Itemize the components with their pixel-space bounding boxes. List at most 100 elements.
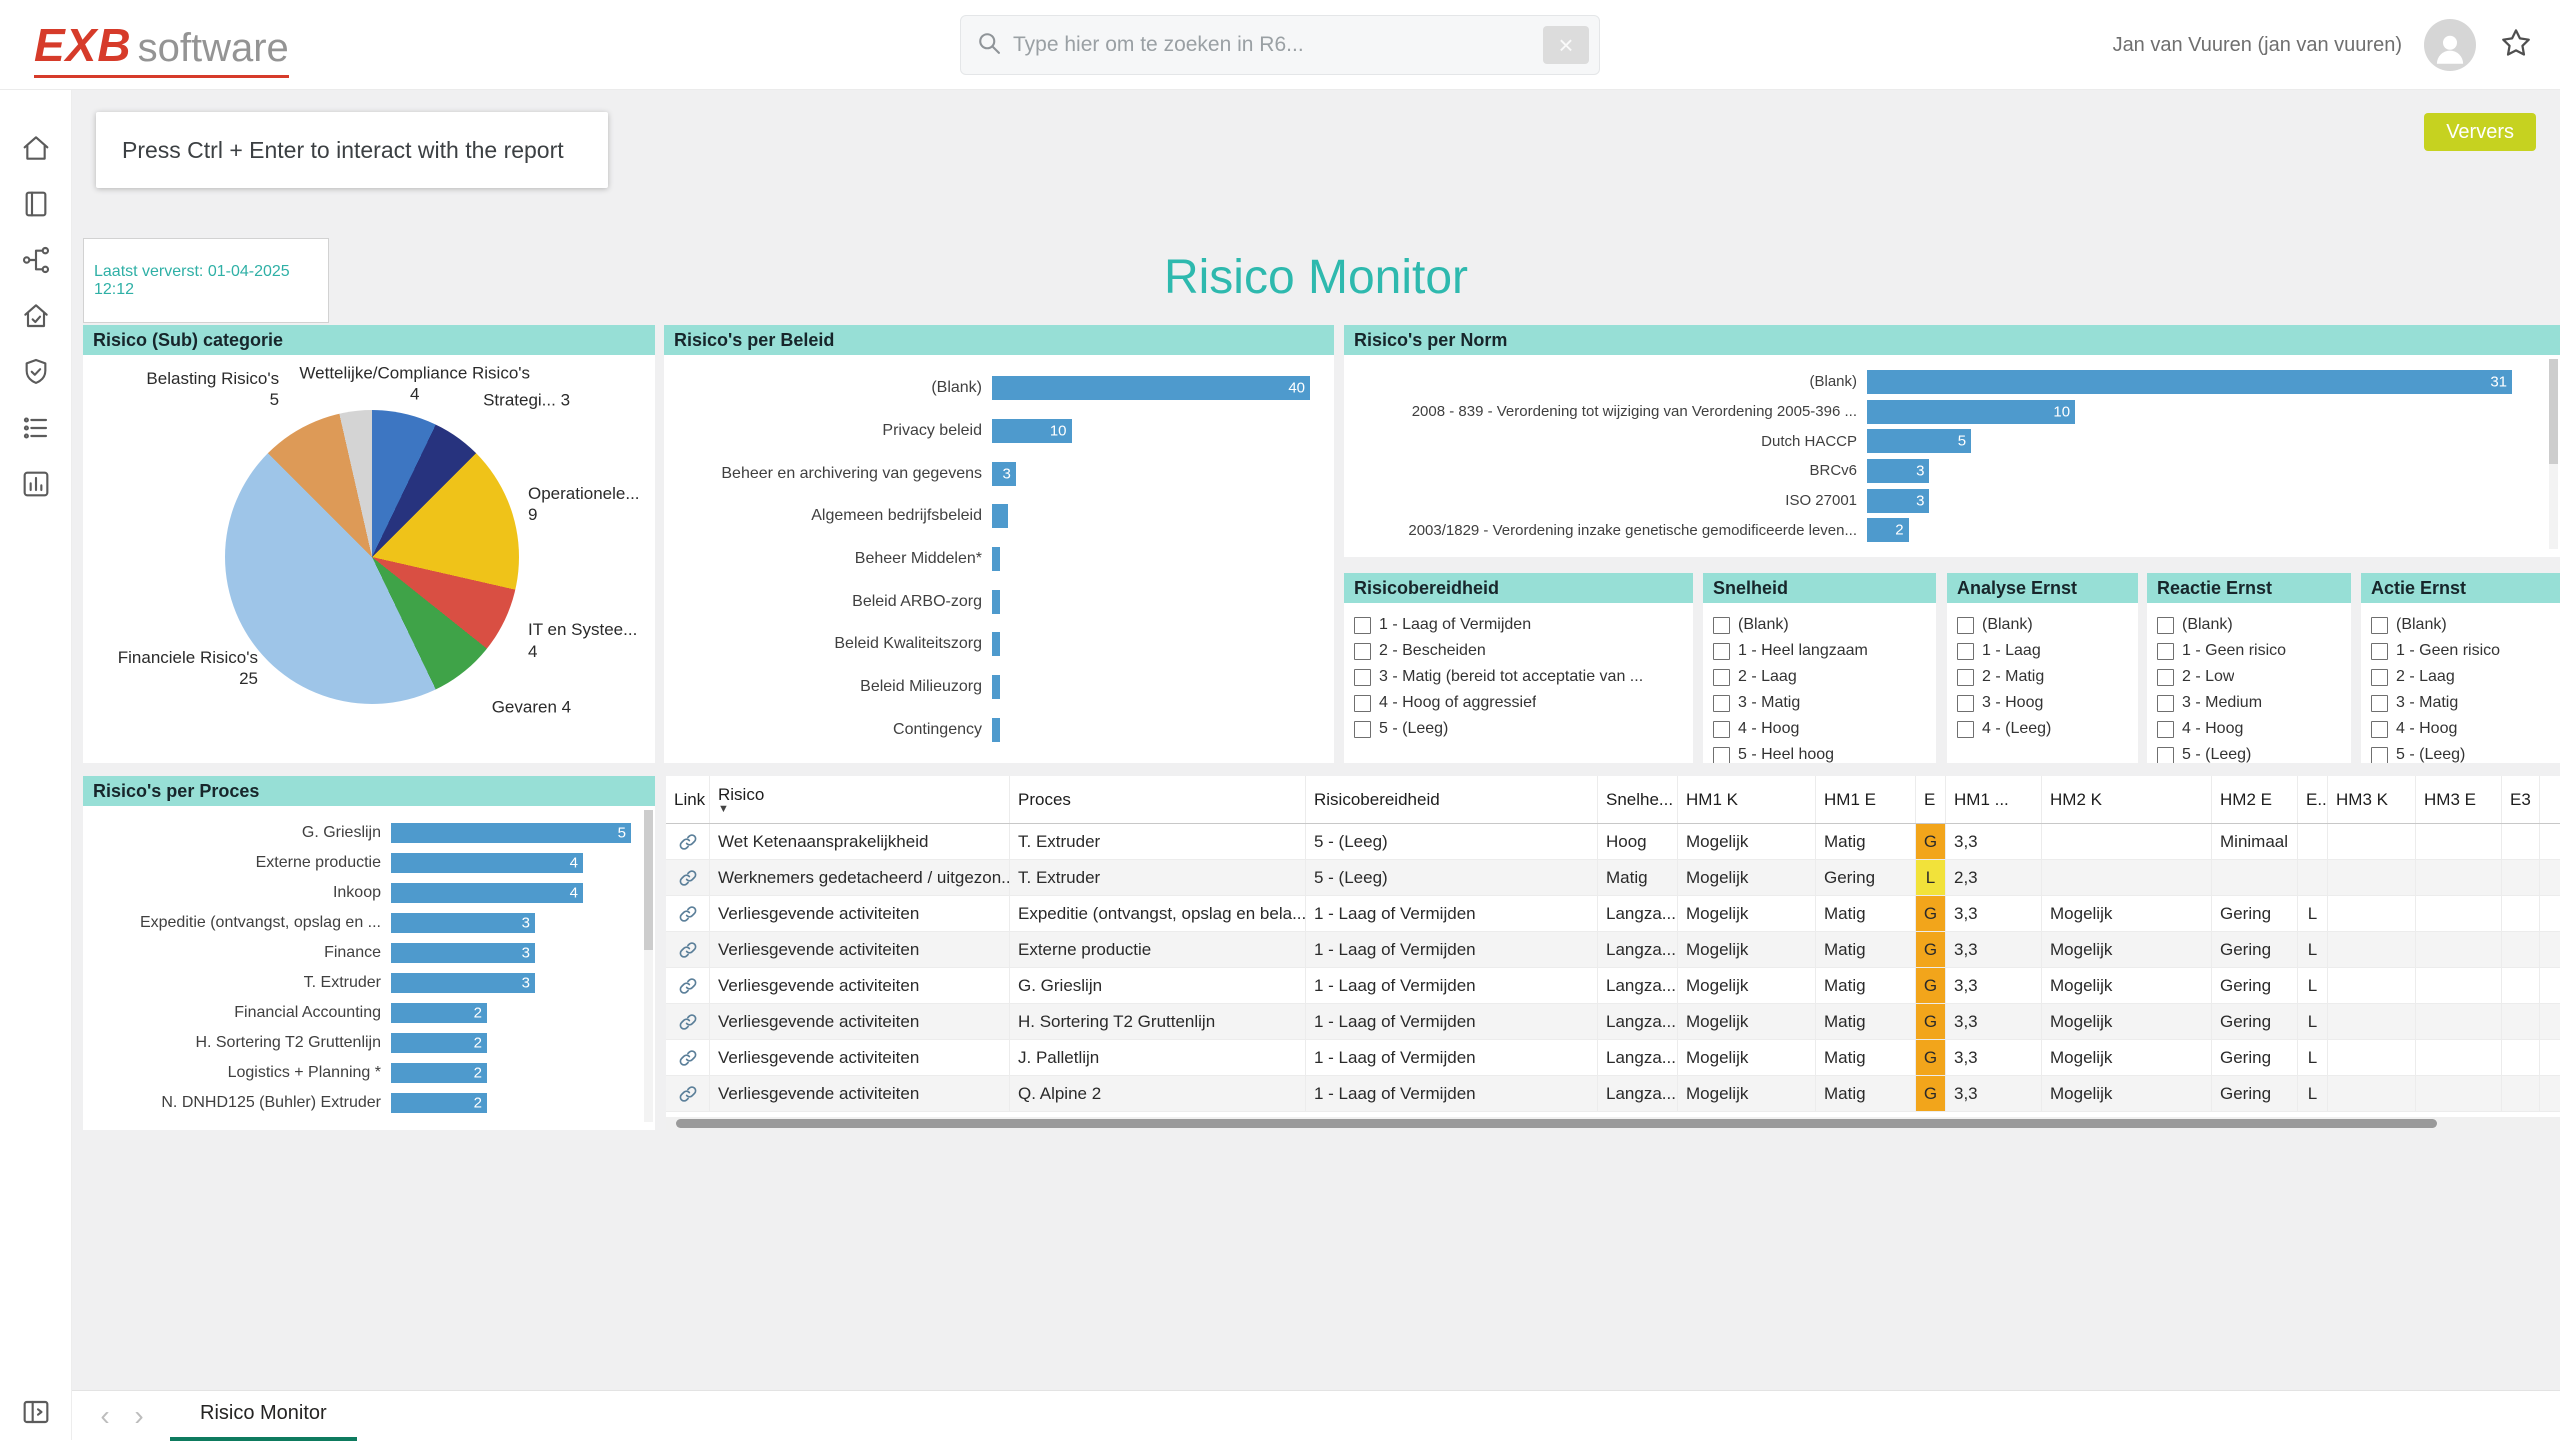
slicer-option[interactable]: (Blank) <box>1713 612 1926 638</box>
bar[interactable] <box>992 675 1000 699</box>
scrollbar-thumb[interactable] <box>2549 359 2558 464</box>
link-icon[interactable] <box>666 824 710 859</box>
column-header[interactable]: Link <box>666 776 710 823</box>
slicer-option[interactable]: 2 - Bescheiden <box>1354 638 1683 664</box>
slicer-option[interactable]: 1 - Heel langzaam <box>1713 638 1926 664</box>
bar[interactable] <box>992 718 1000 742</box>
checkbox-icon[interactable] <box>1957 721 1974 738</box>
column-header[interactable]: HM2 K <box>2042 776 2212 823</box>
checkbox-icon[interactable] <box>1713 617 1730 634</box>
slicer-option[interactable]: (Blank) <box>1957 612 2128 638</box>
slicer-option[interactable]: 4 - Hoog of aggressief <box>1354 690 1683 716</box>
bar[interactable]: 5 <box>391 823 631 843</box>
checkbox-icon[interactable] <box>2371 695 2388 712</box>
slicer-option[interactable]: 5 - (Leeg) <box>2371 742 2550 763</box>
table-row[interactable]: Verliesgevende activiteitenExpeditie (on… <box>666 896 2560 932</box>
bar[interactable]: 3 <box>1867 459 1929 483</box>
expand-panel-icon[interactable] <box>20 1396 52 1428</box>
checkbox-icon[interactable] <box>2371 617 2388 634</box>
slicer-option[interactable]: 1 - Geen risico <box>2371 638 2550 664</box>
slicer-option[interactable]: 3 - Matig <box>2371 690 2550 716</box>
checkbox-icon[interactable] <box>1354 695 1371 712</box>
bar[interactable] <box>992 590 1000 614</box>
column-header[interactable]: E3 <box>2502 776 2540 823</box>
checkbox-icon[interactable] <box>1354 721 1371 738</box>
bar[interactable]: 3 <box>1867 489 1929 513</box>
clear-search-button[interactable]: × <box>1543 26 1589 64</box>
search-input[interactable] <box>1013 33 1543 57</box>
table-row[interactable]: Verliesgevende activiteitenG. Grieslijn1… <box>666 968 2560 1004</box>
checkbox-icon[interactable] <box>1354 669 1371 686</box>
shield-check-icon[interactable] <box>20 356 52 388</box>
checkbox-icon[interactable] <box>1957 695 1974 712</box>
app-logo[interactable]: EXBsoftware <box>34 18 289 78</box>
list-icon[interactable] <box>20 412 52 444</box>
scrollbar-thumb[interactable] <box>676 1119 2437 1128</box>
column-header[interactable]: E <box>1916 776 1946 823</box>
bar-chart-icon[interactable] <box>20 468 52 500</box>
bar[interactable]: 5 <box>1867 429 1971 453</box>
bar[interactable]: 2 <box>391 1003 487 1023</box>
slicer-option[interactable]: 4 - Hoog <box>2157 716 2341 742</box>
checkbox-icon[interactable] <box>1713 669 1730 686</box>
column-header[interactable]: Proces <box>1010 776 1306 823</box>
tab-risico-monitor[interactable]: Risico Monitor <box>170 1391 357 1441</box>
checkbox-icon[interactable] <box>2157 669 2174 686</box>
bar[interactable]: 3 <box>992 462 1016 486</box>
workflow-icon[interactable] <box>20 244 52 276</box>
checkbox-icon[interactable] <box>2157 617 2174 634</box>
link-icon[interactable] <box>666 1076 710 1111</box>
slicer-option[interactable]: 3 - Matig (bereid tot acceptatie van ... <box>1354 664 1683 690</box>
table-row[interactable]: Verliesgevende activiteitenH. Sortering … <box>666 1004 2560 1040</box>
next-tab-arrow[interactable]: › <box>122 1396 156 1436</box>
checkbox-icon[interactable] <box>1713 695 1730 712</box>
link-icon[interactable] <box>666 968 710 1003</box>
slicer-option[interactable]: 2 - Laag <box>2371 664 2550 690</box>
link-icon[interactable] <box>666 932 710 967</box>
bar[interactable]: 40 <box>992 376 1310 400</box>
column-header[interactable]: Risico▼ <box>710 776 1010 823</box>
house-check-icon[interactable] <box>20 300 52 332</box>
slicer-option[interactable]: 4 - (Leeg) <box>1957 716 2128 742</box>
bar[interactable] <box>992 504 1008 528</box>
bar[interactable]: 3 <box>391 913 535 933</box>
table-row[interactable]: Werknemers gedetacheerd / uitgezon...T. … <box>666 860 2560 896</box>
slicer-option[interactable]: 1 - Laag of Vermijden <box>1354 612 1683 638</box>
slicer-option[interactable]: 3 - Matig <box>1713 690 1926 716</box>
column-header[interactable]: Snelhe... <box>1598 776 1678 823</box>
bar[interactable]: 4 <box>391 883 583 903</box>
table-row[interactable]: Verliesgevende activiteitenJ. Palletlijn… <box>666 1040 2560 1076</box>
slicer-option[interactable]: 5 - (Leeg) <box>2157 742 2341 763</box>
slicer-option[interactable]: (Blank) <box>2371 612 2550 638</box>
avatar[interactable] <box>2424 19 2476 71</box>
link-icon[interactable] <box>666 1040 710 1075</box>
bar[interactable]: 10 <box>992 419 1072 443</box>
bar[interactable]: 10 <box>1867 400 2075 424</box>
column-header[interactable]: HM1 ... <box>1946 776 2042 823</box>
bar[interactable] <box>992 632 1000 656</box>
global-search[interactable]: × <box>960 15 1600 75</box>
horizontal-scrollbar[interactable] <box>666 1117 2560 1130</box>
column-header[interactable]: HM1 E <box>1816 776 1916 823</box>
table-row[interactable]: Verliesgevende activiteitenExterne produ… <box>666 932 2560 968</box>
column-header[interactable]: HM1 K <box>1678 776 1816 823</box>
vertical-scrollbar[interactable] <box>644 810 653 1122</box>
column-header[interactable]: HM2 E <box>2212 776 2298 823</box>
slicer-option[interactable]: 4 - Hoog <box>2371 716 2550 742</box>
link-icon[interactable] <box>666 860 710 895</box>
refresh-button[interactable]: Ververs <box>2424 113 2536 151</box>
slicer-option[interactable]: (Blank) <box>2157 612 2341 638</box>
slicer-option[interactable]: 3 - Medium <box>2157 690 2341 716</box>
slicer-option[interactable]: 1 - Laag <box>1957 638 2128 664</box>
scrollbar-thumb[interactable] <box>644 810 653 950</box>
checkbox-icon[interactable] <box>2371 721 2388 738</box>
checkbox-icon[interactable] <box>1957 669 1974 686</box>
bar[interactable]: 3 <box>391 943 535 963</box>
checkbox-icon[interactable] <box>1713 747 1730 764</box>
slicer-option[interactable]: 4 - Hoog <box>1713 716 1926 742</box>
bar[interactable] <box>992 547 1000 571</box>
link-icon[interactable] <box>666 896 710 931</box>
checkbox-icon[interactable] <box>2157 721 2174 738</box>
slicer-option[interactable]: 2 - Matig <box>1957 664 2128 690</box>
bar[interactable]: 2 <box>391 1093 487 1113</box>
